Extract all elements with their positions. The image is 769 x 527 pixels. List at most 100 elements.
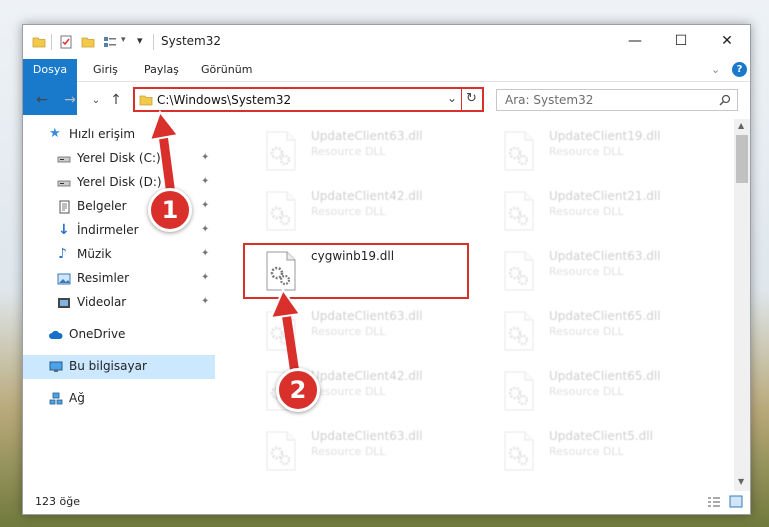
file-type: Resource DLL: [311, 385, 386, 398]
scroll-up-icon[interactable]: ▲: [738, 121, 744, 130]
dll-file-icon: [265, 191, 297, 231]
pin-icon[interactable]: ✦: [201, 296, 209, 307]
pin-icon[interactable]: ✦: [201, 224, 209, 235]
file-item[interactable]: UpdateClient63.dll Resource DLL: [243, 423, 473, 479]
separator: [51, 34, 52, 50]
dll-file-icon: [503, 131, 535, 171]
scroll-down-icon[interactable]: ▼: [738, 477, 744, 486]
search-box[interactable]: Ara: System32: [496, 89, 738, 111]
qa-chevron-icon[interactable]: ▾: [121, 35, 126, 45]
sidebar-item-label: Bu bilgisayar: [69, 359, 147, 373]
file-item[interactable]: UpdateClient63.dll Resource DLL: [481, 243, 711, 299]
pin-icon[interactable]: ✦: [201, 176, 209, 187]
customize-qa-icon[interactable]: ▾: [137, 34, 143, 47]
sidebar-item-onedrive[interactable]: OneDrive: [23, 323, 215, 347]
file-item[interactable]: UpdateClient63.dll Resource DLL: [243, 303, 473, 359]
sidebar-item-videos[interactable]: Videolar ✦: [23, 291, 215, 315]
star-icon: ★: [49, 126, 61, 141]
file-name: UpdateClient63.dll: [549, 249, 661, 263]
file-type: Resource DLL: [311, 445, 386, 458]
refresh-icon[interactable]: ↻: [466, 91, 477, 106]
dll-file-icon: [503, 311, 535, 351]
file-name: UpdateClient63.dll: [311, 309, 423, 323]
back-button[interactable]: ←: [33, 91, 51, 109]
file-item[interactable]: UpdateClient63.dll Resource DLL: [243, 123, 473, 179]
sidebar-item-pictures[interactable]: Resimler ✦: [23, 267, 215, 291]
drive-icon: [57, 156, 71, 163]
file-item[interactable]: UpdateClient21.dll Resource DLL: [481, 183, 711, 239]
sidebar-item-label: Yerel Disk (D:): [77, 175, 162, 189]
sidebar-item-quick-access[interactable]: ★ Hızlı erişim: [23, 123, 215, 147]
file-name: UpdateClient19.dll: [549, 129, 661, 143]
file-type: Resource DLL: [549, 265, 624, 278]
search-icon[interactable]: [719, 94, 731, 106]
ribbon-tabs: Dosya Giriş Paylaş Görünüm ⌄ ?: [23, 59, 750, 115]
sidebar-item-this-pc[interactable]: Bu bilgisayar: [23, 355, 215, 379]
sidebar-item-local-disk-c[interactable]: Yerel Disk (C:) ✦: [23, 147, 215, 171]
sidebar-item-label: İndirmeler: [77, 223, 139, 237]
highlight-box: [243, 243, 469, 299]
vertical-scrollbar[interactable]: ▲ ▼: [734, 119, 750, 491]
cloud-icon: [49, 330, 63, 339]
search-input[interactable]: Ara: System32: [505, 93, 593, 107]
pin-icon[interactable]: ✦: [201, 200, 209, 211]
minimize-button[interactable]: —: [612, 25, 658, 57]
file-type: Resource DLL: [549, 385, 624, 398]
drive-icon: [57, 180, 71, 187]
pin-icon[interactable]: ✦: [201, 272, 209, 283]
recent-locations-icon[interactable]: ⌄: [87, 91, 105, 109]
new-folder-icon[interactable]: [81, 35, 95, 49]
window-title: System32: [161, 34, 222, 48]
title-bar: ▾ ▾ System32 — ☐ ✕: [23, 25, 750, 59]
file-name: UpdateClient42.dll: [311, 369, 423, 383]
file-item[interactable]: UpdateClient65.dll Resource DLL: [481, 303, 711, 359]
sidebar-item-network[interactable]: Ağ: [23, 387, 215, 411]
file-item[interactable]: UpdateClient5.dll Resource DLL: [481, 423, 711, 479]
dll-file-icon: [265, 431, 297, 471]
up-button[interactable]: ↑: [107, 91, 125, 109]
properties-icon[interactable]: [59, 35, 73, 49]
scrollbar-thumb[interactable]: [736, 135, 748, 183]
computer-icon: [49, 361, 63, 372]
music-icon: ♪: [58, 246, 67, 262]
sidebar-item-music[interactable]: ♪ Müzik ✦: [23, 243, 215, 267]
dll-file-icon: [503, 251, 535, 291]
file-name: UpdateClient63.dll: [311, 429, 423, 443]
separator: [153, 34, 154, 50]
details-view-icon[interactable]: [707, 496, 721, 508]
sidebar-item-local-disk-d[interactable]: Yerel Disk (D:) ✦: [23, 171, 215, 195]
pin-icon[interactable]: ✦: [201, 248, 209, 259]
view-options-icon[interactable]: [103, 35, 117, 49]
large-icons-view-icon[interactable]: [729, 495, 743, 508]
forward-button[interactable]: →: [61, 91, 79, 109]
address-path[interactable]: C:\Windows\System32: [157, 93, 291, 107]
address-bar[interactable]: C:\Windows\System32 ⌄ ↻: [133, 87, 484, 112]
separator: [461, 89, 462, 110]
documents-icon: [59, 200, 70, 214]
maximize-button[interactable]: ☐: [658, 25, 704, 57]
sidebar-item-label: Resimler: [77, 271, 130, 285]
sidebar-item-label: Hızlı erişim: [69, 127, 136, 141]
tab-home[interactable]: Giriş: [93, 59, 118, 81]
file-type: Resource DLL: [549, 445, 624, 458]
tab-view[interactable]: Görünüm: [201, 59, 252, 81]
file-type: Resource DLL: [311, 145, 386, 158]
file-item[interactable]: UpdateClient65.dll Resource DLL: [481, 363, 711, 419]
sidebar-item-label: Müzik: [77, 247, 112, 261]
help-icon[interactable]: ?: [732, 62, 747, 77]
address-dropdown-icon[interactable]: ⌄: [447, 91, 457, 105]
dll-file-icon: [503, 431, 535, 471]
pin-icon[interactable]: ✦: [201, 152, 209, 163]
tab-share[interactable]: Paylaş: [144, 59, 179, 81]
close-button[interactable]: ✕: [704, 25, 750, 57]
download-icon: ↓: [58, 222, 70, 238]
sidebar-item-label: OneDrive: [69, 327, 126, 341]
folder-icon: [32, 37, 46, 48]
explorer-window: ▾ ▾ System32 — ☐ ✕ Dosya Giriş Paylaş Gö…: [22, 24, 751, 515]
sidebar-item-label: Belgeler: [77, 199, 127, 213]
file-item[interactable]: UpdateClient19.dll Resource DLL: [481, 123, 711, 179]
expand-ribbon-icon[interactable]: ⌄: [711, 59, 720, 81]
navigation-bar: ← → ⌄ ↑ C:\Windows\System32 ⌄ ↻ Ara: Sys…: [23, 82, 750, 118]
file-type: Resource DLL: [549, 325, 624, 338]
file-item[interactable]: UpdateClient42.dll Resource DLL: [243, 183, 473, 239]
